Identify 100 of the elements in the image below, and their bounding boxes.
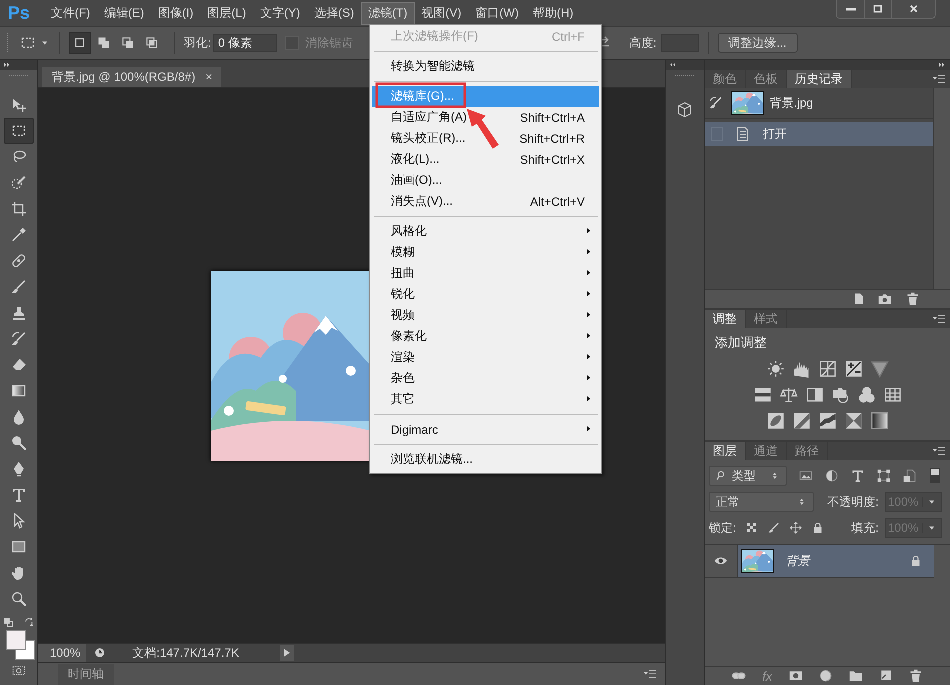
document-tab[interactable]: 背景.jpg @ 100%(RGB/8#) × (42, 67, 221, 87)
triangle-icon[interactable] (870, 360, 888, 378)
histogram-icon[interactable] (792, 360, 810, 378)
color-bar-icon[interactable] (754, 386, 772, 404)
menu-item[interactable]: 油画(O)... (372, 170, 599, 191)
cube-icon[interactable] (677, 102, 693, 118)
selection-mode-button[interactable] (69, 32, 91, 54)
menu-item-label: 液化(L)... (391, 151, 440, 168)
minimize-button[interactable] (837, 0, 864, 18)
panel-menu-icon[interactable] (932, 312, 946, 326)
menu-item[interactable]: 图层(L) (200, 2, 254, 24)
half-circle-icon[interactable] (818, 669, 833, 683)
timeline-tab[interactable]: 时间轴 (58, 664, 114, 684)
gradient-map-icon[interactable] (870, 412, 888, 430)
menu-item[interactable]: 像素化 (372, 326, 599, 347)
folder-icon[interactable] (848, 669, 863, 683)
clock-icon[interactable] (94, 647, 106, 659)
panel-tab[interactable]: 历史记录 (787, 70, 852, 88)
menu-item-label: 自适应广角(A) (391, 109, 467, 126)
trash-icon[interactable] (908, 669, 923, 683)
posterize-icon[interactable] (792, 412, 810, 430)
camera-filter-icon[interactable] (832, 386, 850, 404)
selective-color-icon[interactable] (844, 412, 862, 430)
menu-item[interactable]: 视图(V) (414, 2, 469, 24)
panel-tab[interactable]: 路径 (787, 442, 828, 460)
scales-icon[interactable] (780, 386, 798, 404)
transform-icon[interactable] (877, 469, 891, 483)
color-swatches-icon[interactable] (4, 630, 34, 660)
close-button[interactable] (891, 0, 935, 18)
height-field[interactable] (660, 34, 699, 52)
feather-field[interactable]: 0 像素 (213, 34, 278, 52)
move-arrows-icon[interactable] (790, 522, 802, 534)
menu-item[interactable]: 风格化 (372, 221, 599, 242)
threshold-icon[interactable] (818, 412, 836, 430)
menu-item[interactable]: 锐化 (372, 284, 599, 305)
grid-icon[interactable] (884, 386, 902, 404)
menu-item-label: 扭曲 (391, 265, 415, 282)
menu-item[interactable]: 自适应广角(A) Shift+Ctrl+A (372, 107, 599, 128)
swap-colors-icon[interactable] (24, 618, 34, 628)
menu-item[interactable]: 浏览联机滤镜... (372, 449, 599, 470)
checkerboard-icon[interactable] (746, 522, 758, 534)
menu-item[interactable]: 模糊 (372, 242, 599, 263)
menu-item[interactable]: 视频 (372, 305, 599, 326)
invert-icon[interactable] (766, 412, 784, 430)
blend-mode-dropdown[interactable]: 正常 (709, 492, 814, 512)
toggle-switch[interactable] (930, 468, 940, 484)
menu-item[interactable]: 渲染 (372, 347, 599, 368)
menu-item-label: 转换为智能滤镜 (391, 58, 475, 75)
menu-item[interactable]: 杂色 (372, 368, 599, 389)
trash-icon[interactable] (906, 292, 920, 306)
layer-row[interactable]: 背景 (738, 545, 934, 577)
half-square-icon[interactable] (806, 386, 824, 404)
panel-tab[interactable]: 调整 (705, 310, 746, 328)
smart-object-icon[interactable] (903, 469, 917, 483)
menu-item[interactable]: 扭曲 (372, 263, 599, 284)
menu-item[interactable]: 选择(S) (307, 2, 362, 24)
panel-tab[interactable]: 图层 (705, 442, 746, 460)
curves-icon[interactable] (818, 360, 836, 378)
selection-marquee-icon[interactable] (20, 35, 36, 51)
image-icon[interactable] (799, 469, 813, 483)
panel-menu-icon[interactable] (643, 667, 657, 681)
type-filter-icon[interactable] (851, 469, 865, 483)
menu-item[interactable]: 消失点(V)... Alt+Ctrl+V (372, 191, 599, 212)
close-tab-button[interactable]: × (206, 70, 213, 84)
menu-item[interactable]: 编辑(E) (97, 2, 152, 24)
history-state[interactable]: 打开 (705, 122, 933, 146)
menu-item[interactable]: 镜头校正(R)... Shift+Ctrl+R (372, 128, 599, 149)
menu-item[interactable]: 液化(L)... Shift+Ctrl+X (372, 149, 599, 170)
default-colors-icon[interactable] (4, 618, 14, 628)
menu-item[interactable]: 图像(I) (151, 2, 201, 24)
snapshot-name[interactable]: 背景.jpg (770, 94, 814, 112)
menu-item[interactable]: 滤镜(T) (361, 2, 415, 24)
lock-icon[interactable] (812, 522, 824, 534)
menu-item[interactable]: Digimarc (372, 419, 599, 440)
maximize-button[interactable] (864, 0, 891, 18)
history-brush-icon[interactable] (709, 96, 723, 110)
menu-item[interactable]: 其它 (372, 389, 599, 410)
menu-item[interactable]: 帮助(H) (526, 2, 581, 24)
menu-item[interactable]: 文字(Y) (253, 2, 308, 24)
mask-icon[interactable] (788, 669, 803, 683)
half-circle-icon[interactable] (825, 469, 839, 483)
brush-icon[interactable] (768, 522, 780, 534)
maximize-icon (872, 3, 884, 15)
sun-icon[interactable] (766, 360, 784, 378)
quick-mask-icon[interactable] (12, 664, 26, 678)
panel-tab[interactable]: 通道 (746, 442, 787, 460)
tool-button[interactable] (4, 118, 34, 144)
panel-tab[interactable]: 样式 (746, 310, 787, 328)
circles-icon[interactable] (858, 386, 876, 404)
refine-edge-button[interactable]: 调整边缘... (718, 33, 798, 53)
menu-item[interactable]: 窗口(W) (468, 2, 526, 24)
panel-menu-icon[interactable] (932, 444, 946, 458)
menu-item[interactable]: 转换为智能滤镜 (372, 56, 599, 77)
camera-icon[interactable] (878, 292, 892, 306)
filter-kind-dropdown[interactable]: 类型 (709, 466, 787, 486)
new-layer-icon[interactable] (878, 669, 893, 683)
play-button[interactable] (280, 645, 294, 661)
plus-minus-icon[interactable] (844, 360, 862, 378)
menu-item[interactable]: 文件(F) (44, 2, 98, 24)
panel-menu-icon[interactable] (932, 72, 946, 86)
